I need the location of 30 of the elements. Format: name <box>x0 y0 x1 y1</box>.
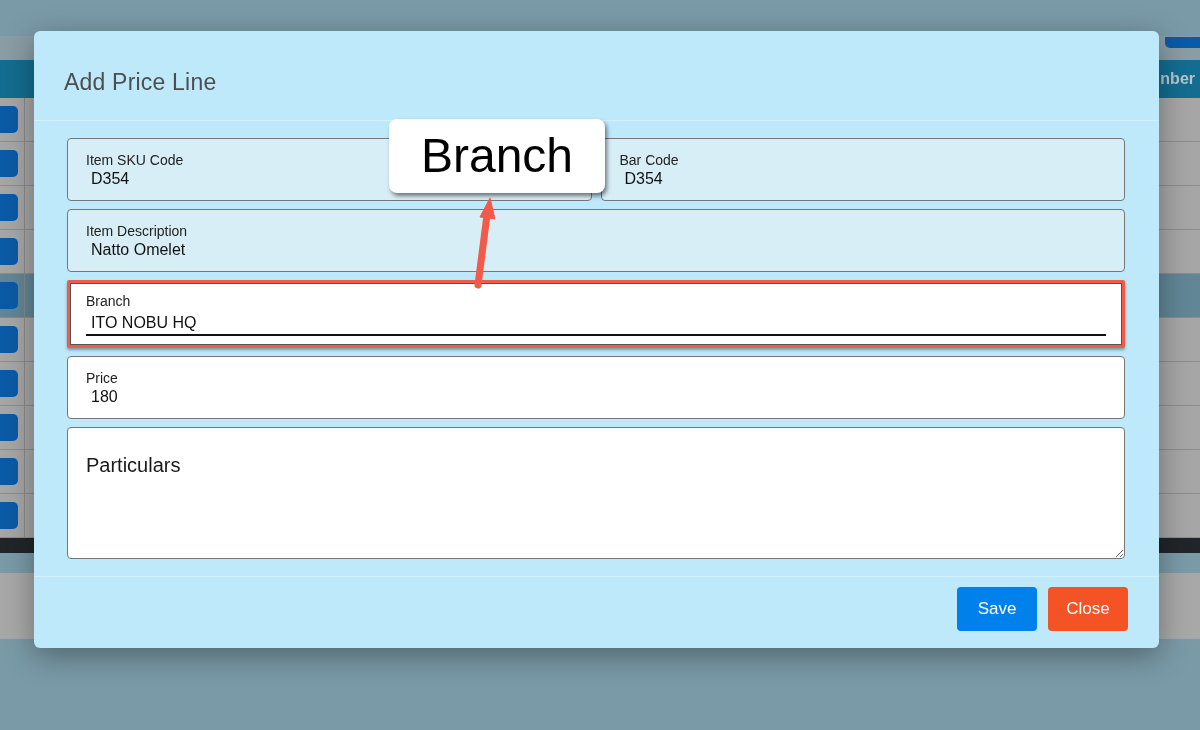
field-label: Branch <box>86 293 131 310</box>
text-field[interactable]: Item Description Natto Omelet <box>67 209 1125 272</box>
text-input[interactable]: ITO NOBU HQ <box>86 312 1106 336</box>
save-button[interactable]: Save <box>957 587 1037 631</box>
text-input[interactable]: 180 <box>86 387 140 407</box>
field-label: Item Description <box>86 223 188 240</box>
row-button[interactable] <box>0 194 18 221</box>
row-button[interactable] <box>0 414 18 441</box>
row-button[interactable] <box>0 238 18 265</box>
header-text: nber <box>1160 69 1195 89</box>
field-label: Price <box>86 370 118 387</box>
text-input[interactable]: D354 <box>619 169 683 189</box>
text-input[interactable]: D354 <box>86 169 149 189</box>
field-label: Bar Code <box>619 152 679 169</box>
text-input[interactable]: Natto Omelet <box>86 240 224 260</box>
toolbar-button[interactable] <box>1165 37 1200 48</box>
dialog-title: Add Price Line <box>64 68 217 96</box>
text-area[interactable]: Particulars <box>67 427 1125 559</box>
row-button[interactable] <box>0 326 18 353</box>
text-field[interactable]: Price 180 <box>67 356 1125 419</box>
callout-label: Branch <box>389 119 605 193</box>
row-button[interactable] <box>0 458 18 485</box>
row-button[interactable] <box>0 106 18 133</box>
row-button[interactable] <box>0 150 18 177</box>
row-button[interactable] <box>0 502 18 529</box>
row-button[interactable] <box>0 370 18 397</box>
field-label: Item SKU Code <box>86 152 184 169</box>
text-field[interactable]: Branch ITO NOBU HQ <box>67 280 1125 348</box>
text-field[interactable]: Bar Code D354 <box>600 138 1125 201</box>
row-button[interactable] <box>0 282 18 309</box>
